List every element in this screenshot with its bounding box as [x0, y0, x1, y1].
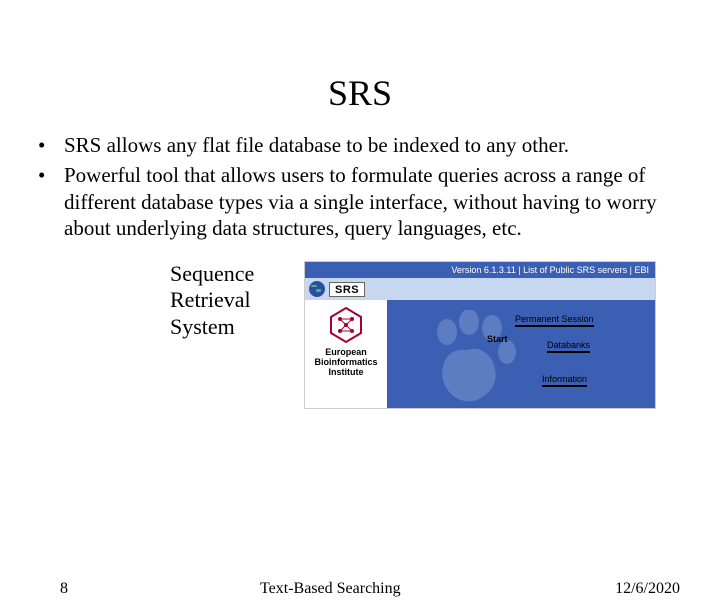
screenshot-right-col: Permanent Session Start Databanks Inform… — [387, 300, 655, 408]
institute-line: Institute — [305, 368, 387, 378]
content-row: Sequence Retrieval System Version 6.1.3.… — [170, 261, 720, 409]
screenshot-topbar: Version 6.1.3.11 | List of Public SRS se… — [305, 262, 655, 278]
bullet-dot-icon: • — [38, 162, 64, 241]
bullet-item: • SRS allows any flat file database to b… — [38, 132, 690, 158]
globe-icon — [309, 281, 325, 297]
slide-title: SRS — [0, 72, 720, 114]
link-databanks: Databanks — [547, 340, 590, 353]
srs-logo: SRS — [329, 282, 365, 297]
footer-date: 12/6/2020 — [615, 580, 680, 598]
ebi-logo-icon — [327, 306, 365, 344]
institute-name: European Bioinformatics Institute — [305, 348, 387, 378]
link-permanent-session: Permanent Session — [515, 314, 594, 327]
page-number: 8 — [60, 580, 260, 598]
link-information: Information — [542, 374, 587, 387]
screenshot-logo-strip: SRS — [305, 278, 655, 300]
bullet-item: • Powerful tool that allows users to for… — [38, 162, 690, 241]
slide-footer: 8 Text-Based Searching 12/6/2020 — [0, 580, 720, 598]
bullet-list: • SRS allows any flat file database to b… — [38, 132, 690, 241]
screenshot-left-col: European Bioinformatics Institute — [305, 300, 387, 408]
bullet-dot-icon: • — [38, 132, 64, 158]
bullet-text: SRS allows any flat file database to be … — [64, 132, 690, 158]
footer-title: Text-Based Searching — [260, 580, 615, 598]
bullet-text: Powerful tool that allows users to formu… — [64, 162, 690, 241]
expansion-line: Retrieval — [170, 287, 280, 313]
expansion-line: System — [170, 314, 280, 340]
link-start: Start — [487, 334, 508, 344]
acronym-expansion: Sequence Retrieval System — [170, 261, 280, 340]
paw-icon — [427, 310, 517, 405]
expansion-line: Sequence — [170, 261, 280, 287]
embedded-screenshot: Version 6.1.3.11 | List of Public SRS se… — [304, 261, 656, 409]
